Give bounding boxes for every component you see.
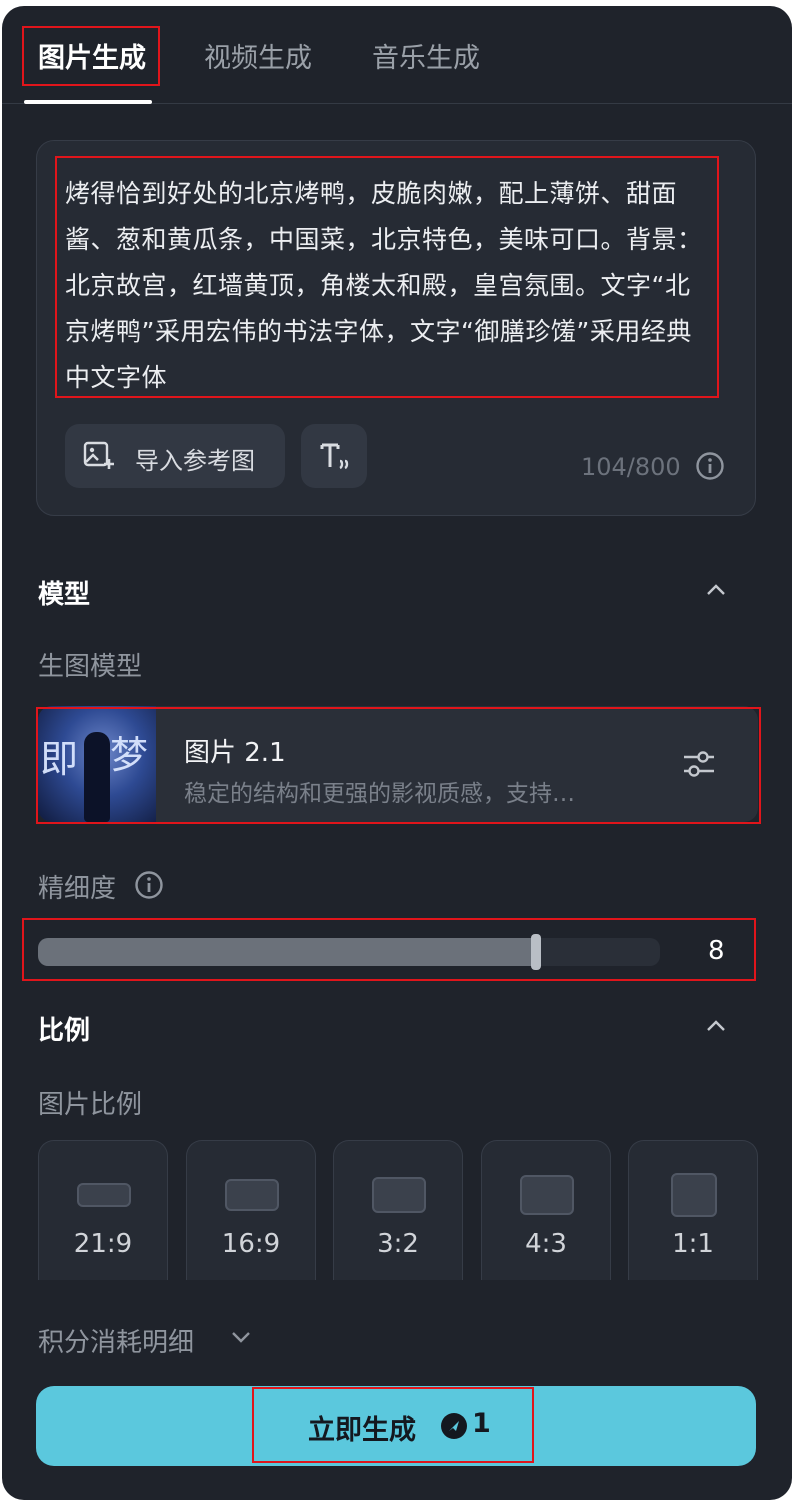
image-add-icon — [83, 441, 114, 469]
chevron-down-icon[interactable] — [230, 1328, 252, 1346]
ratio-option-label: 16:9 — [221, 1229, 281, 1259]
import-reference-image-button[interactable]: 导入参考图 — [65, 424, 285, 488]
model-section-title: 模型 — [38, 580, 91, 610]
generate-cost: 1 — [472, 1408, 491, 1439]
credit-coin-icon — [441, 1413, 467, 1439]
ratio-option-16-9[interactable]: 16:9 — [186, 1140, 316, 1280]
ratio-4-3-shape-icon — [520, 1175, 574, 1215]
ratio-option-label: 21:9 — [73, 1229, 133, 1259]
tab-image-generation[interactable]: 图片生成 — [38, 36, 146, 75]
ratio-16-9-shape-icon — [225, 1179, 279, 1211]
generate-now-label: 立即生成 — [308, 1415, 416, 1446]
model-thumbnail: 即 梦 — [38, 706, 156, 822]
credits-detail-toggle[interactable]: 积分消耗明细 — [38, 1322, 194, 1359]
prompt-card: 烤得恰到好处的北京烤鸭，皮脆肉嫩，配上薄饼、甜面酱、葱和黄瓜条，中国菜，北京特色… — [36, 140, 756, 516]
ratio-option-1-1[interactable]: 1:1 — [628, 1140, 758, 1280]
ratio-21-9-shape-icon — [77, 1183, 131, 1207]
chevron-up-icon[interactable] — [704, 580, 728, 600]
precision-slider-fill — [38, 938, 536, 966]
character-count: 104/800 — [581, 453, 681, 481]
text-quote-icon — [320, 443, 349, 470]
sliders-icon[interactable] — [682, 748, 716, 780]
info-icon[interactable] — [695, 451, 725, 481]
import-reference-label: 导入参考图 — [135, 447, 255, 475]
ratio-option-4-3[interactable]: 4:3 — [481, 1140, 611, 1280]
model-name: 图片 2.1 — [184, 738, 286, 768]
thumb-glyph-ji: 即 — [40, 737, 79, 781]
chevron-up-icon[interactable] — [704, 1016, 728, 1036]
generation-panel: 图片生成 视频生成 音乐生成 烤得恰到好处的北京烤鸭，皮脆肉嫩，配上薄饼、甜面酱… — [2, 6, 792, 1500]
info-icon[interactable] — [134, 870, 164, 900]
ratio-option-3-2[interactable]: 3:2 — [333, 1140, 463, 1280]
image-model-label: 生图模型 — [38, 652, 143, 682]
generate-now-button[interactable]: 立即生成 1 — [36, 1386, 756, 1466]
ratio-3-2-shape-icon — [372, 1177, 426, 1213]
precision-slider-handle[interactable] — [530, 934, 541, 970]
tab-video-generation[interactable]: 视频生成 — [204, 36, 312, 75]
ratio-section-title: 比例 — [38, 1016, 91, 1046]
ratio-option-label: 4:3 — [525, 1229, 567, 1259]
model-selector-card[interactable]: 即 梦 图片 2.1 稳定的结构和更强的影视质感，支持… — [38, 706, 758, 822]
image-ratio-label: 图片比例 — [38, 1090, 143, 1120]
tab-bar: 图片生成 视频生成 音乐生成 — [2, 6, 792, 104]
ratio-option-label: 1:1 — [672, 1229, 714, 1259]
thumb-glyph-meng: 梦 — [110, 733, 149, 777]
text-style-button[interactable] — [301, 424, 367, 488]
ratio-1-1-shape-icon — [671, 1173, 717, 1217]
precision-value: 8 — [708, 936, 725, 966]
ratio-option-21-9[interactable]: 21:9 — [38, 1140, 168, 1280]
active-tab-indicator — [24, 100, 152, 104]
ratio-options: 21:9 16:9 3:2 4:3 1:1 — [38, 1140, 758, 1280]
precision-label: 精细度 — [38, 874, 117, 904]
ratio-option-label: 3:2 — [377, 1229, 419, 1259]
model-description: 稳定的结构和更强的影视质感，支持… — [184, 781, 575, 807]
tab-music-generation[interactable]: 音乐生成 — [372, 36, 480, 75]
prompt-input[interactable]: 烤得恰到好处的北京烤鸭，皮脆肉嫩，配上薄饼、甜面酱、葱和黄瓜条，中国菜，北京特色… — [65, 171, 715, 401]
precision-slider[interactable] — [38, 934, 660, 970]
thumb-figure — [84, 732, 110, 822]
